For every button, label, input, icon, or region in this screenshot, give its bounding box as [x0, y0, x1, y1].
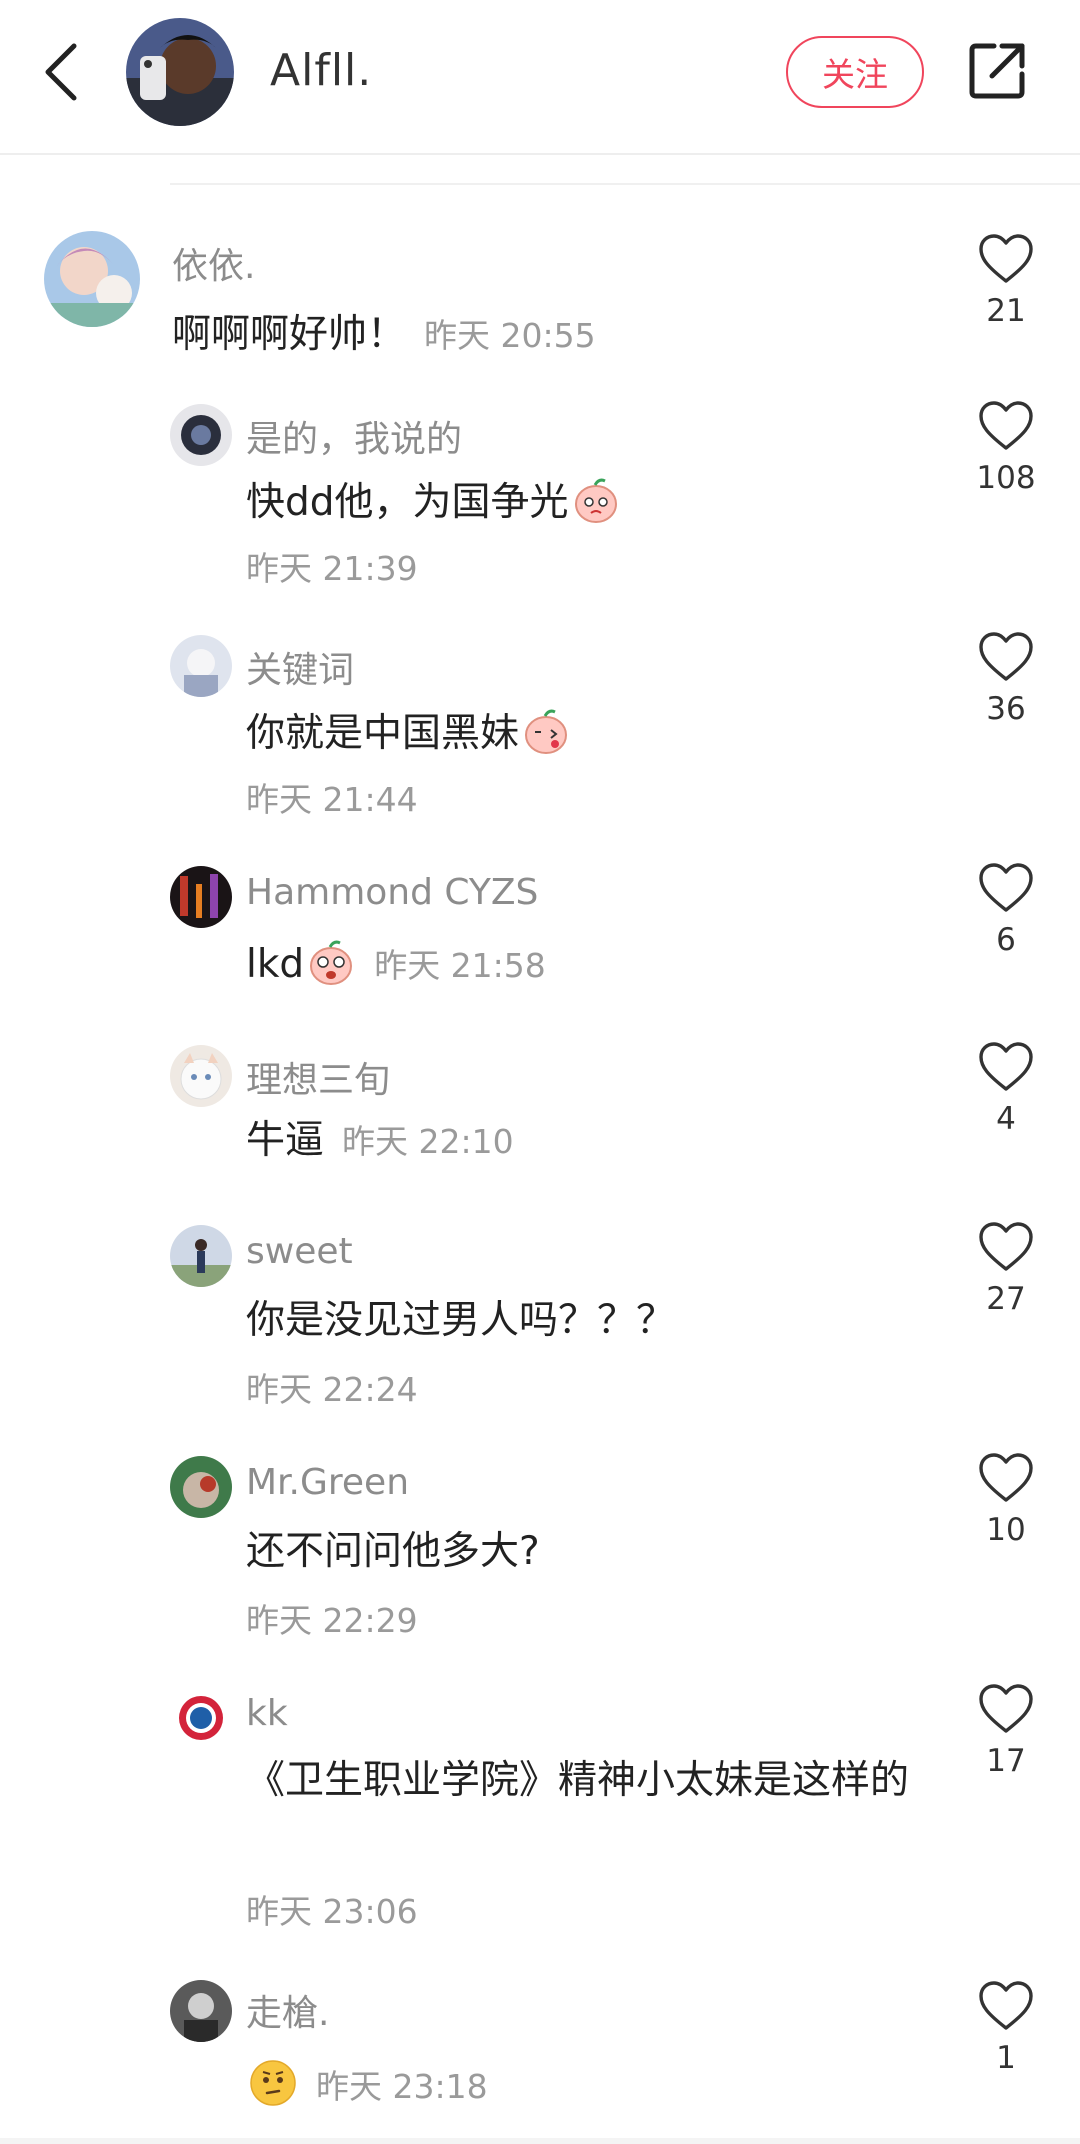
- commenter-avatar[interactable]: [44, 231, 140, 327]
- comment-time: 昨天 22:24: [246, 1370, 418, 1409]
- like-button[interactable]: 36: [970, 631, 1042, 727]
- like-count: 21: [986, 293, 1026, 329]
- heart-outline-icon: [979, 1042, 1033, 1091]
- comment-text: 昨天 23:18: [246, 2058, 488, 2112]
- commenter-avatar[interactable]: [170, 1045, 232, 1107]
- comment-text: 牛逼 昨天 22:10: [246, 1116, 514, 1167]
- comment-text: 快dd他，为国争光: [246, 475, 621, 528]
- heart-outline-icon: [979, 401, 1033, 450]
- heart-outline-icon: [979, 1222, 1033, 1271]
- commenter-avatar[interactable]: [170, 1456, 232, 1518]
- like-count: 4: [996, 1101, 1016, 1137]
- heart-outline-icon: [979, 863, 1033, 912]
- commenter-avatar[interactable]: [170, 635, 232, 697]
- comment-text-content: 你就是中国黑妹: [246, 711, 520, 756]
- comment-text-content: 快dd他，为国争光: [246, 480, 569, 525]
- share-icon: [969, 43, 1025, 99]
- like-count: 17: [986, 1743, 1026, 1779]
- heart-outline-icon: [979, 1453, 1033, 1502]
- like-button[interactable]: 4: [970, 1041, 1042, 1137]
- commenter-avatar[interactable]: [170, 1687, 232, 1749]
- comment-text-content: 你是没见过男人吗？？？: [246, 1298, 676, 1343]
- like-count: 27: [986, 1281, 1026, 1317]
- peach-surprised-emoji-icon: [310, 940, 353, 985]
- comment-username[interactable]: 走槍.: [246, 1984, 329, 2036]
- comment-text: 你就是中国黑妹: [246, 706, 571, 759]
- comment-text-content: lkd: [246, 942, 305, 987]
- comment-username[interactable]: 关键词: [246, 641, 354, 693]
- comment-username[interactable]: sweet: [246, 1231, 353, 1272]
- heart-outline-icon: [979, 1981, 1033, 2030]
- commenter-avatar[interactable]: [170, 404, 232, 466]
- comment-username[interactable]: 是的，我说的: [246, 410, 462, 462]
- comment-text: 你是没见过男人吗？？？: [246, 1296, 675, 1346]
- like-count: 36: [986, 691, 1026, 727]
- comment-text: 还不问问他多大?: [246, 1527, 540, 1577]
- comment-time: 昨天 23:06: [246, 1892, 418, 1931]
- like-button[interactable]: 10: [970, 1452, 1042, 1548]
- author-name[interactable]: Alfll.: [270, 45, 372, 96]
- author-avatar[interactable]: [126, 18, 234, 126]
- comment-text-content: 还不问问他多大?: [246, 1529, 540, 1574]
- comment-text: 《卫生职业学院》精神小太妹是这样的: [246, 1758, 910, 1803]
- comment-text: lkd 昨天 21:58: [246, 937, 546, 991]
- comment-time: 昨天 23:18: [316, 2067, 488, 2106]
- heart-outline-icon: [979, 632, 1033, 681]
- comment-time: 昨天 22:29: [246, 1601, 418, 1640]
- smirk-emoji-icon: [250, 2060, 296, 2106]
- like-button[interactable]: 108: [970, 400, 1042, 496]
- comment-text: 啊啊啊好帅！ 昨天 20:55: [172, 310, 596, 361]
- commenter-avatar[interactable]: [170, 1980, 232, 2042]
- comment-time: 昨天 22:10: [342, 1122, 514, 1161]
- comment-time: 昨天 20:55: [424, 316, 596, 355]
- like-button[interactable]: 21: [970, 233, 1042, 329]
- comment-username[interactable]: Mr.Green: [246, 1462, 409, 1503]
- follow-button[interactable]: 关注: [786, 36, 924, 108]
- comment-text-content: 牛逼: [246, 1118, 325, 1163]
- like-count: 10: [986, 1512, 1026, 1548]
- comment-text-content: 啊啊啊好帅！: [172, 312, 407, 357]
- separator: [170, 183, 1080, 185]
- comment-time: 昨天 21:58: [374, 946, 546, 985]
- comment-time: 昨天 21:44: [246, 780, 418, 819]
- like-count: 1: [996, 2040, 1016, 2076]
- comment-username[interactable]: 依依.: [172, 237, 255, 289]
- comment-username[interactable]: kk: [246, 1693, 288, 1734]
- peach-kiss-emoji-icon: [525, 709, 568, 754]
- peach-emoji-icon: [574, 478, 617, 523]
- bottom-divider: [0, 2138, 1080, 2144]
- comment-username[interactable]: Hammond CYZS: [246, 872, 538, 913]
- commenter-avatar[interactable]: [170, 1225, 232, 1287]
- chevron-left-icon: [45, 43, 77, 101]
- like-count: 108: [976, 460, 1036, 496]
- like-count: 6: [996, 922, 1016, 958]
- heart-outline-icon: [979, 1684, 1033, 1733]
- heart-outline-icon: [979, 234, 1033, 283]
- like-button[interactable]: 6: [970, 862, 1042, 958]
- comment-username[interactable]: 理想三旬: [246, 1051, 390, 1103]
- like-button[interactable]: 17: [970, 1683, 1042, 1779]
- like-button[interactable]: 1: [970, 1980, 1042, 2076]
- top-bar: Alfll. 关注: [0, 0, 1080, 155]
- share-button[interactable]: [964, 38, 1030, 104]
- comment-time: 昨天 21:39: [246, 549, 418, 588]
- commenter-avatar[interactable]: [170, 866, 232, 928]
- like-button[interactable]: 27: [970, 1221, 1042, 1317]
- back-button[interactable]: [36, 40, 88, 104]
